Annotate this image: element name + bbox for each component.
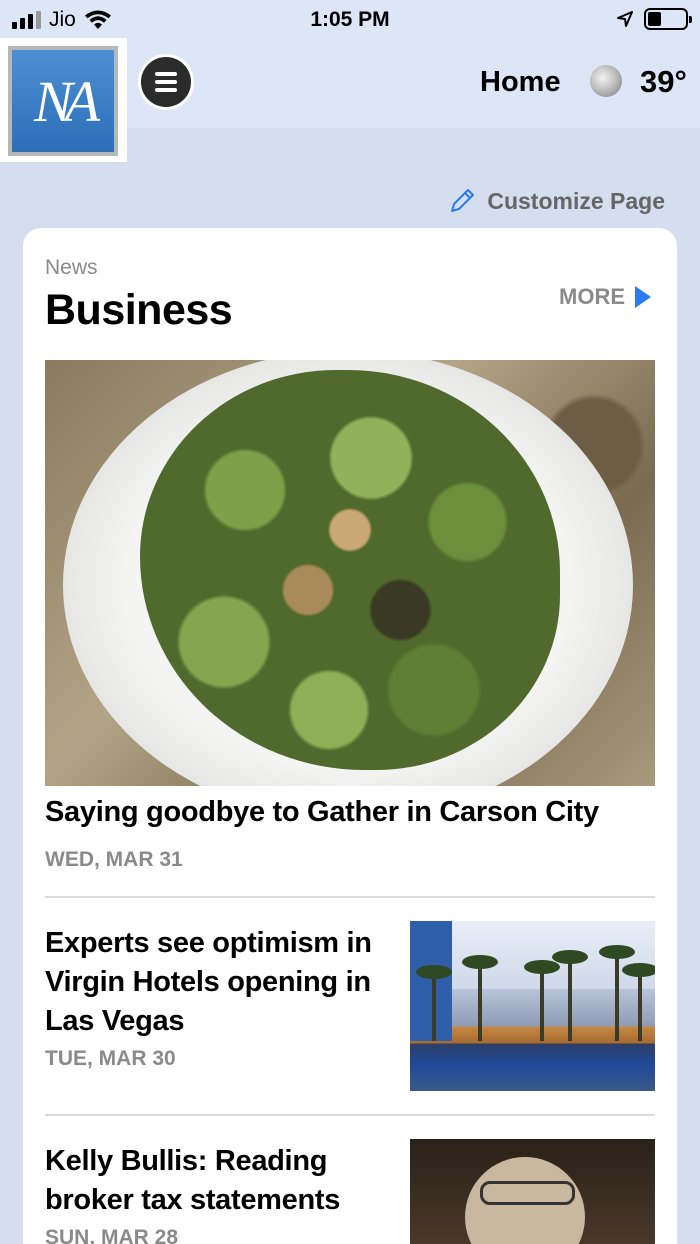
location-arrow-icon — [617, 11, 633, 27]
list-item[interactable]: Kelly Bullis: Reading broker tax stateme… — [45, 1139, 655, 1244]
status-right — [616, 8, 692, 30]
menu-button[interactable] — [138, 54, 194, 110]
customize-label: Customize Page — [487, 187, 665, 214]
app-header: NA Home 39° — [0, 38, 700, 162]
clock: 1:05 PM — [310, 8, 390, 31]
divider — [45, 896, 655, 898]
more-link[interactable]: MORE — [559, 284, 651, 310]
pencil-icon — [451, 189, 475, 212]
hero-story-title[interactable]: Saying goodbye to Gather in Carson City — [45, 796, 599, 829]
section-kicker: News — [45, 256, 98, 279]
logo-mark: NA — [8, 46, 118, 156]
divider — [45, 1114, 655, 1116]
business-news-card: News Business MORE Saying goodbye to Gat… — [23, 228, 677, 1244]
story-thumbnail[interactable] — [410, 1139, 655, 1244]
story-title[interactable]: Experts see optimism in Virgin Hotels op… — [45, 924, 385, 1041]
temperature[interactable]: 39° — [640, 64, 687, 100]
battery-icon — [644, 8, 692, 30]
home-link[interactable]: Home — [480, 66, 561, 99]
moon-icon — [590, 65, 622, 97]
more-label: MORE — [559, 284, 625, 309]
site-logo[interactable]: NA — [0, 38, 127, 162]
customize-page-link[interactable]: Customize Page — [447, 186, 665, 216]
story-thumbnail[interactable] — [410, 921, 655, 1091]
hero-story-date: WED, MAR 31 — [45, 848, 183, 871]
status-bar: Jio 1:05 PM — [0, 0, 700, 40]
story-title[interactable]: Kelly Bullis: Reading broker tax stateme… — [45, 1142, 385, 1220]
section-title: Business — [45, 286, 233, 334]
play-arrow-icon — [635, 286, 651, 308]
hero-image[interactable] — [45, 360, 655, 786]
list-item[interactable]: Experts see optimism in Virgin Hotels op… — [45, 921, 655, 1091]
